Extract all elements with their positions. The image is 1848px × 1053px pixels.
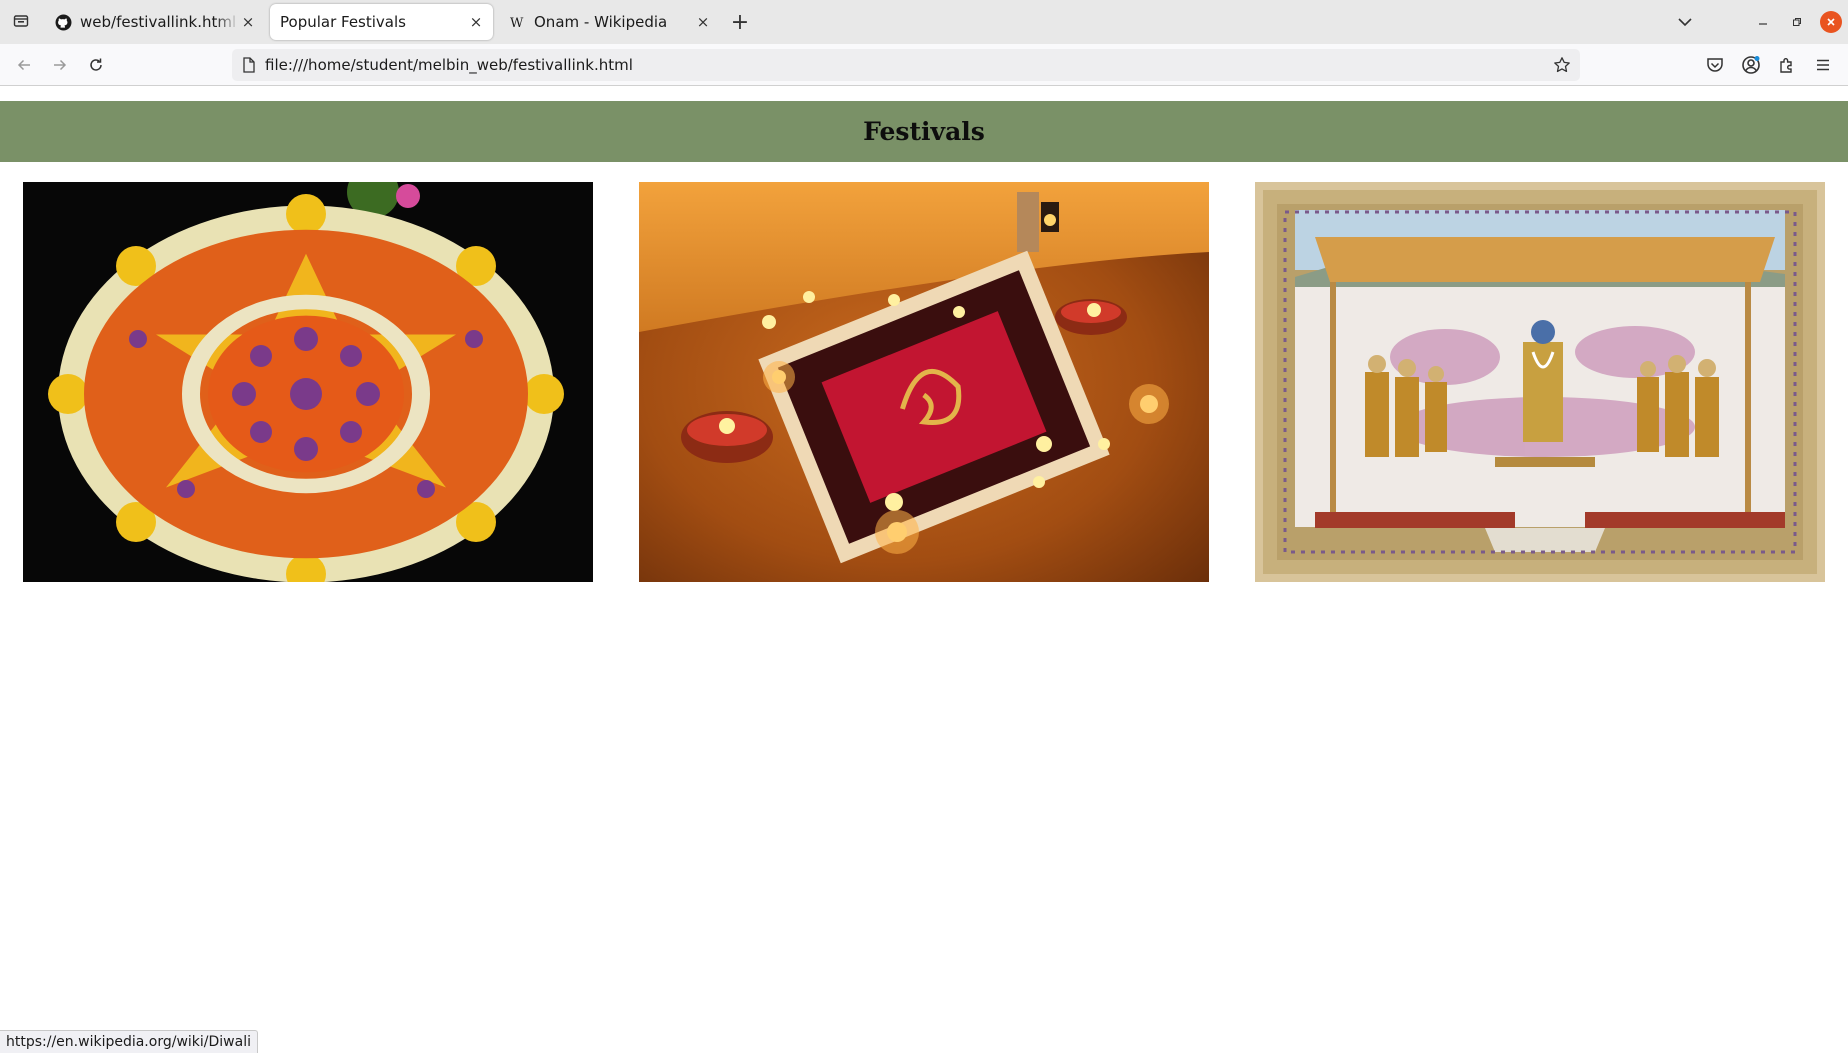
tab-title: Onam - Wikipedia <box>534 13 668 31</box>
extensions-button[interactable] <box>1775 53 1799 77</box>
pocket-button[interactable] <box>1703 53 1727 77</box>
firefox-view-icon <box>13 15 29 27</box>
tab-title: Popular Festivals <box>280 13 406 31</box>
page-title: Festivals <box>863 117 985 146</box>
account-icon <box>1742 56 1760 74</box>
close-tab-icon[interactable]: × <box>694 13 712 31</box>
diwali-diya-rangoli-image[interactable] <box>639 182 1209 582</box>
page-content: Festivals <box>0 86 1848 1053</box>
address-bar[interactable]: file:///home/student/melbin_web/festival… <box>232 49 1580 81</box>
firefox-view-button[interactable] <box>8 8 34 34</box>
link-status-bar: https://en.wikipedia.org/wiki/Diwali <box>0 1030 258 1053</box>
back-arrow-icon <box>17 59 30 71</box>
chevron-down-icon <box>1678 18 1692 27</box>
github-icon <box>54 13 72 31</box>
restore-button[interactable] <box>1786 11 1808 33</box>
tab-github[interactable]: web/festivallink.html at main × <box>44 4 265 40</box>
wikipedia-icon: W <box>508 13 526 31</box>
restore-icon <box>1793 18 1801 26</box>
minimize-icon <box>1759 23 1767 25</box>
reload-icon <box>90 58 102 71</box>
tab-title: web/festivallink.html at main <box>80 13 239 31</box>
new-tab-button[interactable]: + <box>728 10 752 35</box>
tab-strip: web/festivallink.html at main × Popular … <box>0 0 1848 44</box>
close-icon <box>1827 18 1835 26</box>
back-button[interactable] <box>10 51 38 79</box>
svg-text:W: W <box>510 16 524 31</box>
bookmark-star-icon[interactable] <box>1552 55 1572 75</box>
reload-button[interactable] <box>82 51 110 79</box>
list-all-tabs-button[interactable] <box>1673 10 1697 34</box>
tab-onam-wikipedia[interactable]: W Onam - Wikipedia × <box>498 4 720 40</box>
navigation-toolbar: file:///home/student/melbin_web/festival… <box>0 44 1848 86</box>
url-text[interactable]: file:///home/student/melbin_web/festival… <box>265 56 633 74</box>
pocket-icon <box>1707 58 1723 72</box>
minimize-button[interactable] <box>1752 11 1774 33</box>
forward-button[interactable] <box>46 51 74 79</box>
puzzle-piece-icon <box>1780 58 1792 73</box>
window-close-button[interactable] <box>1820 11 1842 33</box>
app-menu-button[interactable] <box>1811 53 1835 77</box>
onam-pookalam-image[interactable] <box>23 182 593 582</box>
account-button[interactable] <box>1739 53 1763 77</box>
close-tab-icon[interactable]: × <box>239 13 257 31</box>
hamburger-menu-icon <box>1817 59 1829 71</box>
holi-painting-image[interactable] <box>1255 182 1825 582</box>
forward-arrow-icon <box>54 59 67 71</box>
page-header: Festivals <box>0 101 1848 162</box>
close-tab-icon[interactable]: × <box>467 13 485 31</box>
tab-popular-festivals[interactable]: Popular Festivals × <box>270 4 493 40</box>
page-icon <box>240 56 258 74</box>
